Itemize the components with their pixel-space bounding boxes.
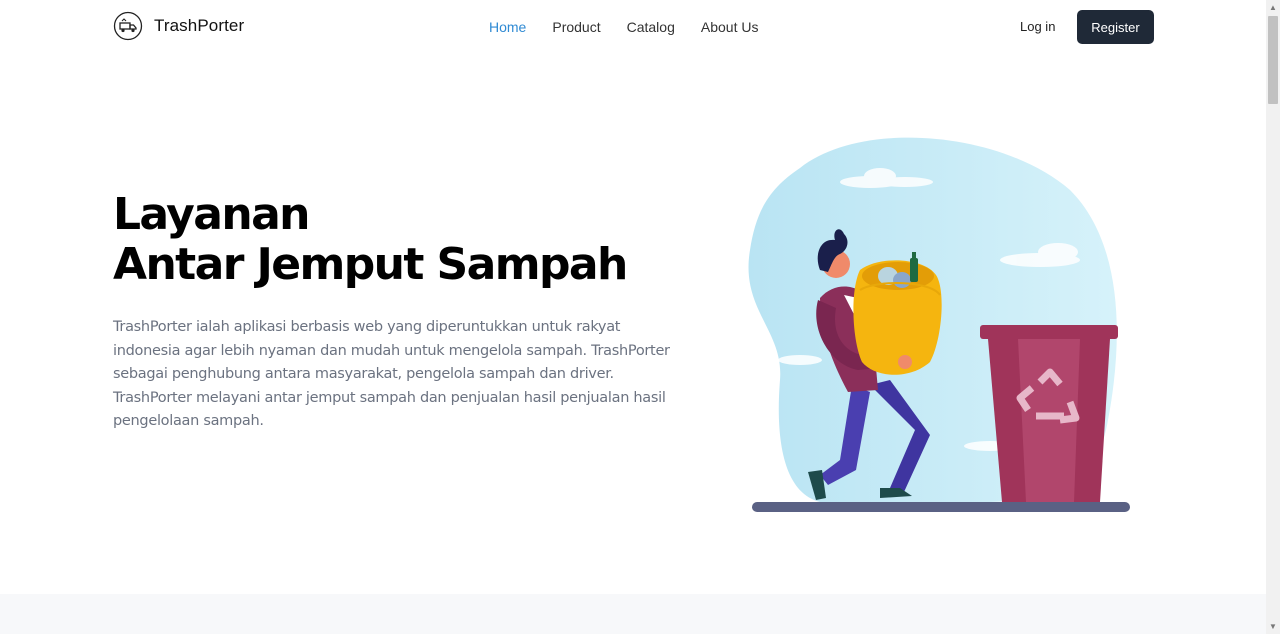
page: TrashPorter Home Product Catalog About U… — [0, 0, 1266, 634]
register-button[interactable]: Register — [1077, 10, 1154, 44]
navbar: TrashPorter Home Product Catalog About U… — [0, 1, 1266, 53]
hero-title-line-1: Layanan — [113, 189, 310, 240]
scroll-down-arrow-icon[interactable]: ▼ — [1266, 620, 1280, 634]
hero-illustration — [748, 137, 1130, 512]
next-section-strip — [0, 594, 1266, 634]
scroll-up-arrow-icon[interactable]: ▲ — [1266, 1, 1280, 15]
nav-link-catalog[interactable]: Catalog — [627, 18, 675, 36]
brand-name: TrashPorter — [154, 16, 245, 35]
ground-bar — [752, 502, 1130, 512]
nav-link-home[interactable]: Home — [489, 18, 526, 36]
login-link[interactable]: Log in — [1020, 19, 1055, 34]
nav-link-about-us[interactable]: About Us — [701, 18, 759, 36]
scrollbar-thumb[interactable] — [1268, 16, 1278, 104]
trash-truck-icon — [113, 11, 143, 41]
vertical-scrollbar[interactable]: ▲ ▼ — [1266, 0, 1280, 634]
brand-logo[interactable]: TrashPorter — [113, 11, 244, 41]
hero-title: Layanan Antar Jemput Sampah — [113, 189, 628, 290]
hero-description: TrashPorter ialah aplikasi berbasis web … — [113, 319, 670, 429]
nav-link-product[interactable]: Product — [552, 18, 600, 36]
recycle-bin — [980, 325, 1118, 502]
hero-title-line-2: Antar Jemput Sampah — [113, 239, 628, 290]
main-menu: Home Product Catalog About Us — [489, 18, 784, 36]
